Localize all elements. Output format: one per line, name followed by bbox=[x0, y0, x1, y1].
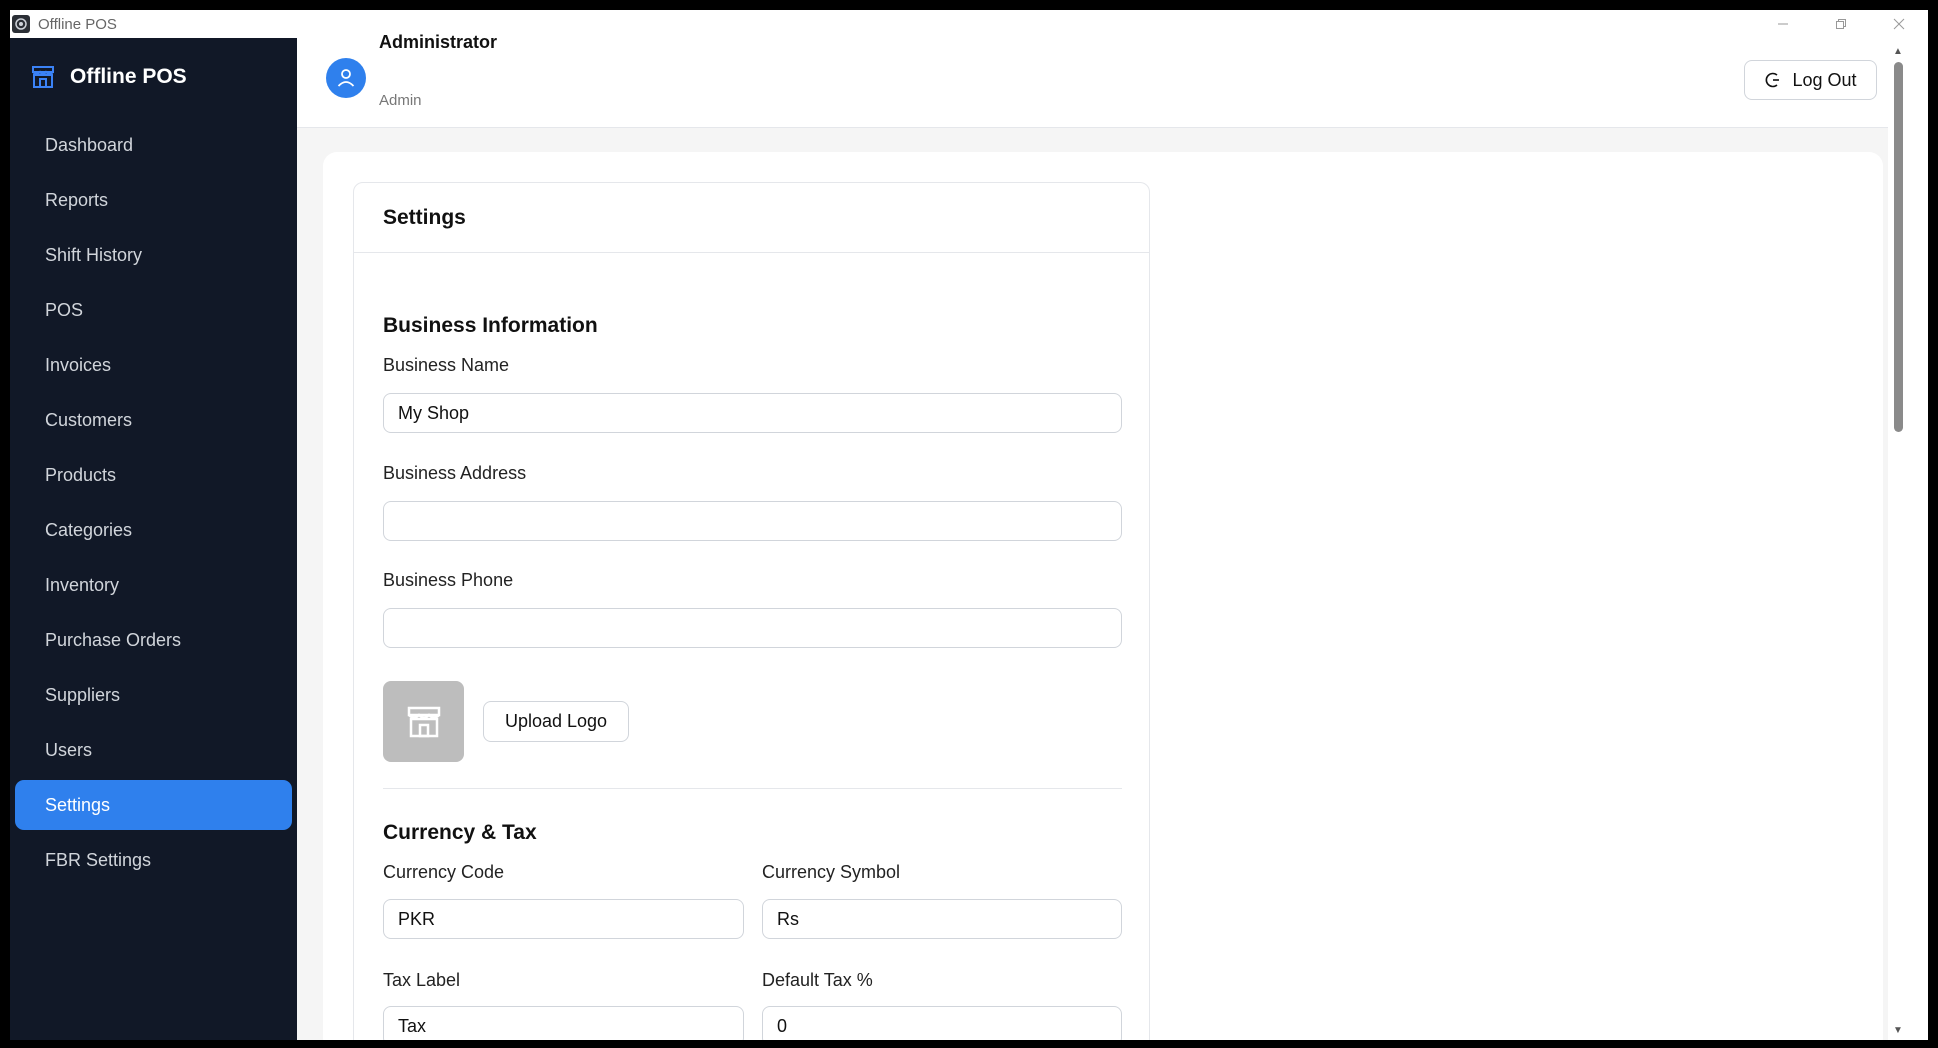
app-icon bbox=[12, 15, 30, 33]
close-icon bbox=[1893, 18, 1905, 30]
logo-preview bbox=[383, 681, 464, 762]
main-area: Administrator Admin Log Out Settings Bus… bbox=[297, 32, 1908, 1040]
section-divider bbox=[383, 788, 1122, 789]
business-name-label: Business Name bbox=[383, 355, 510, 375]
scroll-down-icon[interactable]: ▼ bbox=[1893, 1025, 1903, 1036]
logout-label: Log Out bbox=[1792, 69, 1857, 90]
title-bar: Offline POS bbox=[10, 10, 1928, 38]
user-name: Administrator bbox=[379, 32, 498, 52]
currency-code-input[interactable]: PKR bbox=[383, 899, 744, 939]
sidebar-item-products[interactable]: Products bbox=[15, 450, 292, 500]
business-address-input[interactable] bbox=[383, 501, 1122, 541]
store-icon bbox=[32, 66, 54, 88]
sidebar-item-suppliers[interactable]: Suppliers bbox=[15, 670, 292, 720]
currency-code-label: Currency Code bbox=[383, 862, 505, 882]
user-icon bbox=[337, 69, 355, 87]
restore-icon bbox=[1836, 19, 1846, 29]
user-role: Admin bbox=[379, 92, 422, 109]
business-phone-label: Business Phone bbox=[383, 570, 514, 590]
sidebar-item-dashboard[interactable]: Dashboard bbox=[15, 120, 292, 170]
default-tax-label: Default Tax % bbox=[762, 970, 873, 990]
settings-panel: Settings Business Information Business N… bbox=[353, 182, 1150, 1040]
avatar bbox=[326, 58, 366, 98]
restore-button[interactable] bbox=[1812, 10, 1870, 38]
logout-icon bbox=[1766, 72, 1780, 88]
scrollbar-thumb[interactable] bbox=[1894, 62, 1903, 432]
top-header: Administrator Admin Log Out bbox=[297, 32, 1908, 128]
store-icon bbox=[407, 706, 440, 737]
tax-label-label: Tax Label bbox=[383, 970, 461, 990]
default-tax-input[interactable]: 0 bbox=[762, 1006, 1122, 1040]
sidebar-item-invoices[interactable]: Invoices bbox=[15, 340, 292, 390]
sidebar-item-fbr-settings[interactable]: FBR Settings bbox=[15, 835, 292, 885]
scroll-up-icon[interactable]: ▲ bbox=[1893, 46, 1903, 57]
business-name-input[interactable]: My Shop bbox=[383, 393, 1122, 433]
minimize-icon bbox=[1778, 23, 1788, 25]
sidebar-item-settings[interactable]: Settings bbox=[15, 780, 292, 830]
currency-symbol-input[interactable]: Rs bbox=[762, 899, 1122, 939]
page-title: Settings bbox=[354, 183, 1149, 253]
sidebar-item-purchase-orders[interactable]: Purchase Orders bbox=[15, 615, 292, 665]
sidebar: Offline POS Dashboard Reports Shift Hist… bbox=[10, 38, 297, 1040]
sidebar-item-pos[interactable]: POS bbox=[15, 285, 292, 335]
minimize-button[interactable] bbox=[1754, 10, 1812, 38]
sidebar-item-customers[interactable]: Customers bbox=[15, 395, 292, 445]
window-title: Offline POS bbox=[38, 15, 117, 33]
business-phone-input[interactable] bbox=[383, 608, 1122, 648]
vertical-scrollbar[interactable]: ▲ ▼ bbox=[1888, 38, 1908, 1040]
business-section-title: Business Information bbox=[383, 314, 598, 337]
window-controls bbox=[1754, 10, 1928, 38]
business-address-label: Business Address bbox=[383, 463, 527, 483]
content-card: Settings Business Information Business N… bbox=[323, 152, 1883, 1040]
currency-section-title: Currency & Tax bbox=[383, 821, 537, 844]
app-window: Offline POS Offline POS Dashboard Report… bbox=[10, 10, 1928, 1040]
logout-button[interactable]: Log Out bbox=[1744, 60, 1877, 100]
sidebar-item-categories[interactable]: Categories bbox=[15, 505, 292, 555]
sidebar-item-inventory[interactable]: Inventory bbox=[15, 560, 292, 610]
sidebar-item-users[interactable]: Users bbox=[15, 725, 292, 775]
sidebar-item-shift-history[interactable]: Shift History bbox=[15, 230, 292, 280]
currency-symbol-label: Currency Symbol bbox=[762, 862, 901, 882]
tax-label-input[interactable]: Tax bbox=[383, 1006, 744, 1040]
sidebar-item-reports[interactable]: Reports bbox=[15, 175, 292, 225]
upload-logo-button[interactable]: Upload Logo bbox=[483, 701, 629, 742]
sidebar-nav: Dashboard Reports Shift History POS Invo… bbox=[10, 120, 297, 885]
close-button[interactable] bbox=[1870, 10, 1928, 38]
brand-name: Offline POS bbox=[70, 65, 187, 88]
brand: Offline POS bbox=[10, 38, 297, 116]
